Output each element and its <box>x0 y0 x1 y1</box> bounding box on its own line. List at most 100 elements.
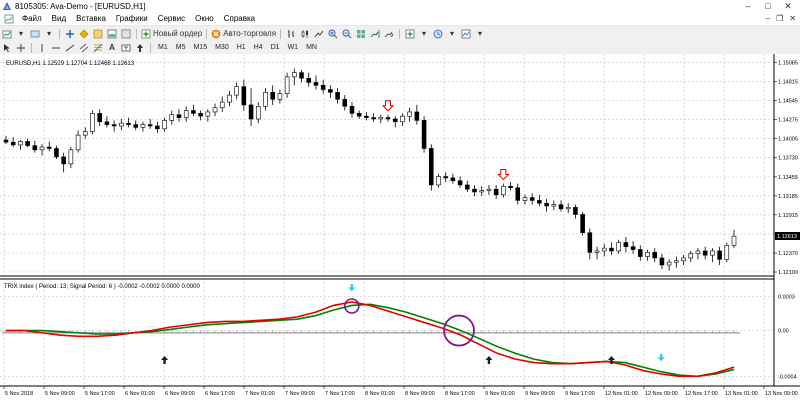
candle-body <box>263 91 268 107</box>
vertical-line-icon[interactable] <box>36 42 48 54</box>
indicators-icon[interactable] <box>404 28 416 40</box>
price-label: 1.12915 <box>778 213 798 219</box>
dropdown-arrow-icon[interactable]: ▾ <box>43 28 55 40</box>
candle-body <box>364 115 369 118</box>
candlestick-icon[interactable] <box>299 28 311 40</box>
timeframe-m30[interactable]: M30 <box>211 44 233 51</box>
menu-charts[interactable]: Графики <box>111 12 153 25</box>
candle-body <box>111 124 117 127</box>
text-tool-icon[interactable]: A <box>106 42 118 54</box>
candle-body <box>46 146 52 149</box>
timeframe-d1[interactable]: D1 <box>267 44 284 51</box>
candle-body <box>580 214 585 233</box>
market-watch-icon[interactable] <box>64 28 76 40</box>
window-controls: – □ ✕ <box>738 0 798 12</box>
timeframe-h4[interactable]: H4 <box>250 44 267 51</box>
menu-file[interactable]: Файл <box>17 12 47 25</box>
candle-body <box>436 176 441 186</box>
candle-body <box>515 187 521 201</box>
time-label: 5 Nov 17:00 <box>85 391 115 397</box>
candle-body <box>508 186 513 189</box>
auto-trading-button[interactable]: Авто-торговля <box>211 28 276 40</box>
horizontal-line-icon[interactable] <box>50 42 62 54</box>
close-icon[interactable]: ✕ <box>778 0 798 12</box>
candle-body <box>248 104 254 120</box>
timeframe-m5[interactable]: M5 <box>172 44 190 51</box>
timeframe-w1[interactable]: W1 <box>284 44 303 51</box>
autoscroll-icon[interactable] <box>383 28 395 40</box>
minimize-icon[interactable]: – <box>738 0 758 12</box>
dropdown-arrow-icon[interactable]: ▾ <box>15 28 27 40</box>
chart-minimize-icon[interactable]: – <box>766 12 770 25</box>
time-label: 6 Nov 01:00 <box>125 391 155 397</box>
timeframe-m1[interactable]: M1 <box>154 44 172 51</box>
arrows-icon[interactable] <box>134 42 146 54</box>
timeframe-m15[interactable]: M15 <box>189 44 211 51</box>
candle-body <box>255 106 261 120</box>
menu-insert[interactable]: Вставка <box>71 12 111 25</box>
timeframe-mn[interactable]: MN <box>302 44 321 51</box>
bar-chart-icon[interactable] <box>285 28 297 40</box>
new-chart-icon[interactable] <box>1 28 13 40</box>
price-label: 1.14545 <box>778 98 798 104</box>
periods-icon[interactable] <box>432 28 444 40</box>
candle <box>90 110 95 135</box>
data-window-icon[interactable] <box>78 28 90 40</box>
crosshair-icon[interactable] <box>15 42 27 54</box>
equidistant-channel-icon[interactable] <box>78 42 90 54</box>
candle-body <box>601 247 607 252</box>
app-logo-icon <box>2 1 12 11</box>
profiles-icon[interactable] <box>29 28 41 40</box>
cursor-icon[interactable] <box>1 42 13 54</box>
templates-icon[interactable] <box>460 28 472 40</box>
candle-body <box>147 124 153 127</box>
time-label: 13 Nov 01:00 <box>725 391 758 397</box>
price-label: 1.14815 <box>778 79 798 85</box>
menu-view[interactable]: Вид <box>47 12 71 25</box>
navigator-icon[interactable] <box>92 28 104 40</box>
time-label: 7 Nov 01:00 <box>245 391 275 397</box>
menu-window[interactable]: Окно <box>190 12 219 25</box>
candle-body <box>356 113 362 117</box>
strategy-tester-icon[interactable] <box>120 28 132 40</box>
auto-trading-icon <box>211 29 221 38</box>
tile-windows-icon[interactable] <box>355 28 367 40</box>
maximize-icon[interactable]: □ <box>758 0 778 12</box>
candle-body <box>18 141 23 146</box>
terminal-icon[interactable] <box>106 28 118 40</box>
menu-help[interactable]: Справка <box>219 12 260 25</box>
chart-doc-icon[interactable] <box>4 14 14 24</box>
dropdown-arrow-icon[interactable]: ▾ <box>418 28 430 40</box>
dropdown-arrow-icon[interactable]: ▾ <box>474 28 486 40</box>
new-order-button[interactable]: Новый ордер <box>141 28 202 40</box>
text-label-icon[interactable] <box>120 42 132 54</box>
menu-tools[interactable]: Сервис <box>153 12 190 25</box>
fibonacci-icon[interactable] <box>92 42 104 54</box>
dropdown-arrow-icon[interactable]: ▾ <box>446 28 458 40</box>
price-label: 1.15085 <box>778 60 798 66</box>
timeframe-h1[interactable]: H1 <box>233 44 250 51</box>
chart-area[interactable]: EURUSD,H1 1.12529 1.12704 1.12468 1.1261… <box>0 54 800 400</box>
candle-body <box>616 242 621 252</box>
candle-body <box>97 113 102 123</box>
chart-info-label: EURUSD,H1 1.12529 1.12704 1.12468 1.1261… <box>6 61 135 67</box>
zoom-in-icon[interactable] <box>327 28 339 40</box>
menu-bar: Файл Вид Вставка Графики Сервис Окно Спр… <box>0 12 800 26</box>
candle <box>421 116 427 153</box>
zoom-out-icon[interactable] <box>341 28 353 40</box>
new-order-icon <box>141 29 151 38</box>
auto-trading-label: Авто-торговля <box>223 29 277 38</box>
chart-restore-icon[interactable]: ❐ <box>776 12 783 25</box>
candle-body <box>212 107 218 113</box>
price-label: 1.14275 <box>778 117 798 123</box>
candle-body <box>3 139 9 143</box>
candle-body <box>126 122 131 125</box>
chart-shift-icon[interactable] <box>369 28 381 40</box>
time-label: 8 Nov 17:00 <box>445 391 475 397</box>
chart-close-icon[interactable]: ✕ <box>789 12 796 25</box>
candle-body <box>277 93 283 100</box>
new-order-label: Новый ордер <box>153 29 203 38</box>
line-chart-icon[interactable] <box>313 28 325 40</box>
trendline-icon[interactable] <box>64 42 76 54</box>
price-label: 1.14005 <box>778 136 798 142</box>
